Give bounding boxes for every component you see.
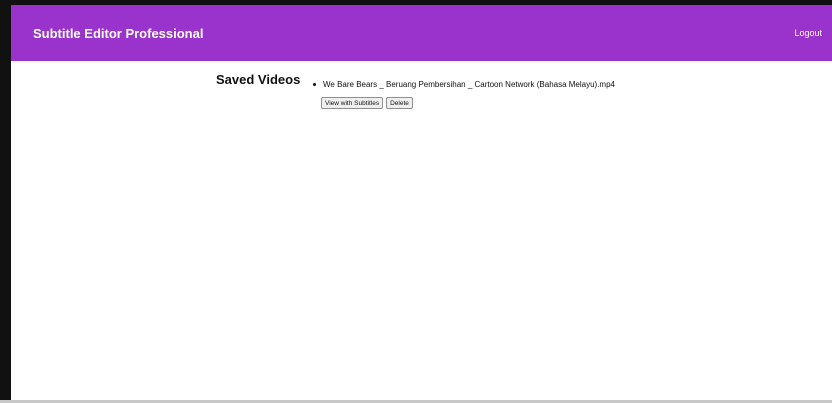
saved-videos-list: We Bare Bears _ Beruang Pembersihan _ Ca… (311, 79, 615, 109)
video-filename: We Bare Bears _ Beruang Pembersihan _ Ca… (323, 80, 615, 89)
app-window: Subtitle Editor Professional Logout Save… (0, 0, 832, 403)
page-title: Saved Videos (216, 72, 301, 87)
list-item: We Bare Bears _ Beruang Pembersihan _ Ca… (311, 79, 615, 109)
view-with-subtitles-button[interactable]: View with Subtitles (321, 97, 384, 109)
app-title: Subtitle Editor Professional (33, 25, 204, 41)
top-nav-bar: Subtitle Editor Professional Logout (11, 5, 832, 61)
main-content: Saved Videos We Bare Bears _ Beruang Pem… (11, 61, 832, 400)
window-left-border (0, 0, 11, 403)
logout-link[interactable]: Logout (794, 28, 822, 38)
delete-button[interactable]: Delete (386, 97, 413, 109)
bullet-icon (313, 83, 316, 86)
video-actions: View with Subtitles Delete (321, 97, 615, 109)
